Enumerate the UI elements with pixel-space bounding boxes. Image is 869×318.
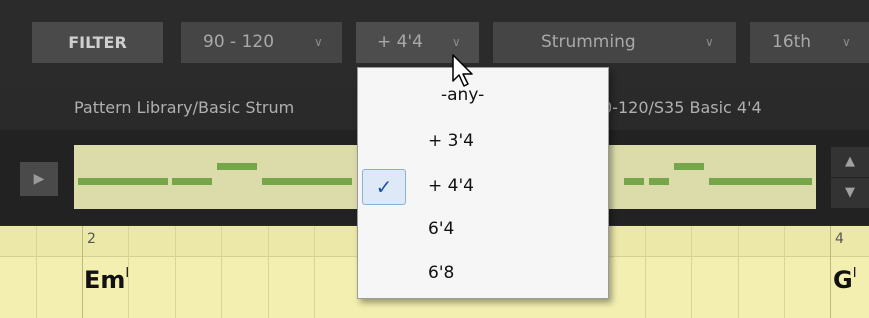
chevron-down-icon: ∨: [842, 35, 851, 49]
menu-item-6-8[interactable]: 6'8: [358, 254, 608, 294]
play-button[interactable]: ▶: [20, 162, 58, 196]
pattern-library-panel: FILTER 90 - 120 ∨ + 4'4 ∨ Strumming ∨ 16…: [0, 0, 869, 318]
arrow-up-icon: ▲: [845, 154, 855, 169]
menu-item-any[interactable]: -any-: [358, 76, 608, 116]
chevron-down-icon: ∨: [705, 35, 714, 49]
chord-root: Em: [84, 266, 126, 294]
pattern-note: [172, 178, 212, 185]
style-value: Strumming: [541, 32, 636, 52]
bpm-range-select[interactable]: 90 - 120 ∨: [181, 22, 342, 63]
arrow-down-icon: ▼: [845, 185, 855, 200]
chord-mark: I: [852, 266, 857, 281]
scroll-up-button[interactable]: ▲: [831, 147, 869, 177]
menu-item-label: + 3'4: [428, 131, 474, 151]
note-value-select[interactable]: 16th ∨: [750, 22, 869, 63]
grid-line: [314, 226, 315, 318]
scroll-down-button[interactable]: ▼: [831, 178, 869, 208]
note-value: 16th: [772, 32, 812, 52]
play-icon: ▶: [33, 171, 45, 187]
bar-line: [82, 226, 83, 318]
time-signature-value: + 4'4: [377, 32, 423, 52]
pattern-note: [674, 163, 704, 170]
menu-item-label: 6'4: [428, 219, 455, 239]
pattern-note: [262, 178, 352, 185]
chord-label[interactable]: EmI: [84, 266, 129, 294]
menu-item-4-4[interactable]: + 4'4: [358, 167, 608, 207]
chevron-down-icon: ∨: [314, 35, 323, 49]
bar-number: 4: [835, 231, 844, 247]
pattern-name: 0-120/S35 Basic 4'4: [602, 98, 762, 117]
bpm-range-value: 90 - 120: [203, 32, 275, 52]
grid-line: [268, 226, 269, 318]
chord-root: G: [833, 266, 853, 294]
menu-item-label: 6'8: [428, 263, 455, 283]
menu-item-6-4[interactable]: 6'4: [358, 210, 608, 250]
grid-line: [784, 226, 785, 318]
menu-item-3-4[interactable]: + 3'4: [358, 122, 608, 162]
menu-item-label: + 4'4: [428, 176, 474, 196]
grid-line: [221, 226, 222, 318]
chord-mark: I: [125, 266, 130, 281]
filter-button[interactable]: FILTER: [32, 22, 163, 63]
style-select[interactable]: Strumming ∨: [493, 22, 736, 63]
pattern-note: [624, 178, 644, 185]
chord-label[interactable]: GI: [833, 266, 857, 294]
grid-line: [738, 226, 739, 318]
grid-line: [36, 226, 37, 318]
pattern-note: [649, 178, 669, 185]
grid-line: [691, 226, 692, 318]
mouse-cursor-icon: [452, 54, 473, 87]
pattern-path: Pattern Library/Basic Strum: [74, 98, 295, 117]
bar-line: [830, 226, 831, 318]
pattern-note: [217, 163, 257, 170]
time-signature-menu: -any- + 3'4 ✓ + 4'4 6'4 6'8: [357, 67, 609, 299]
pattern-note: [709, 178, 812, 185]
grid-line: [175, 226, 176, 318]
bar-number: 2: [87, 231, 96, 247]
pattern-note: [78, 178, 168, 185]
grid-line: [645, 226, 646, 318]
